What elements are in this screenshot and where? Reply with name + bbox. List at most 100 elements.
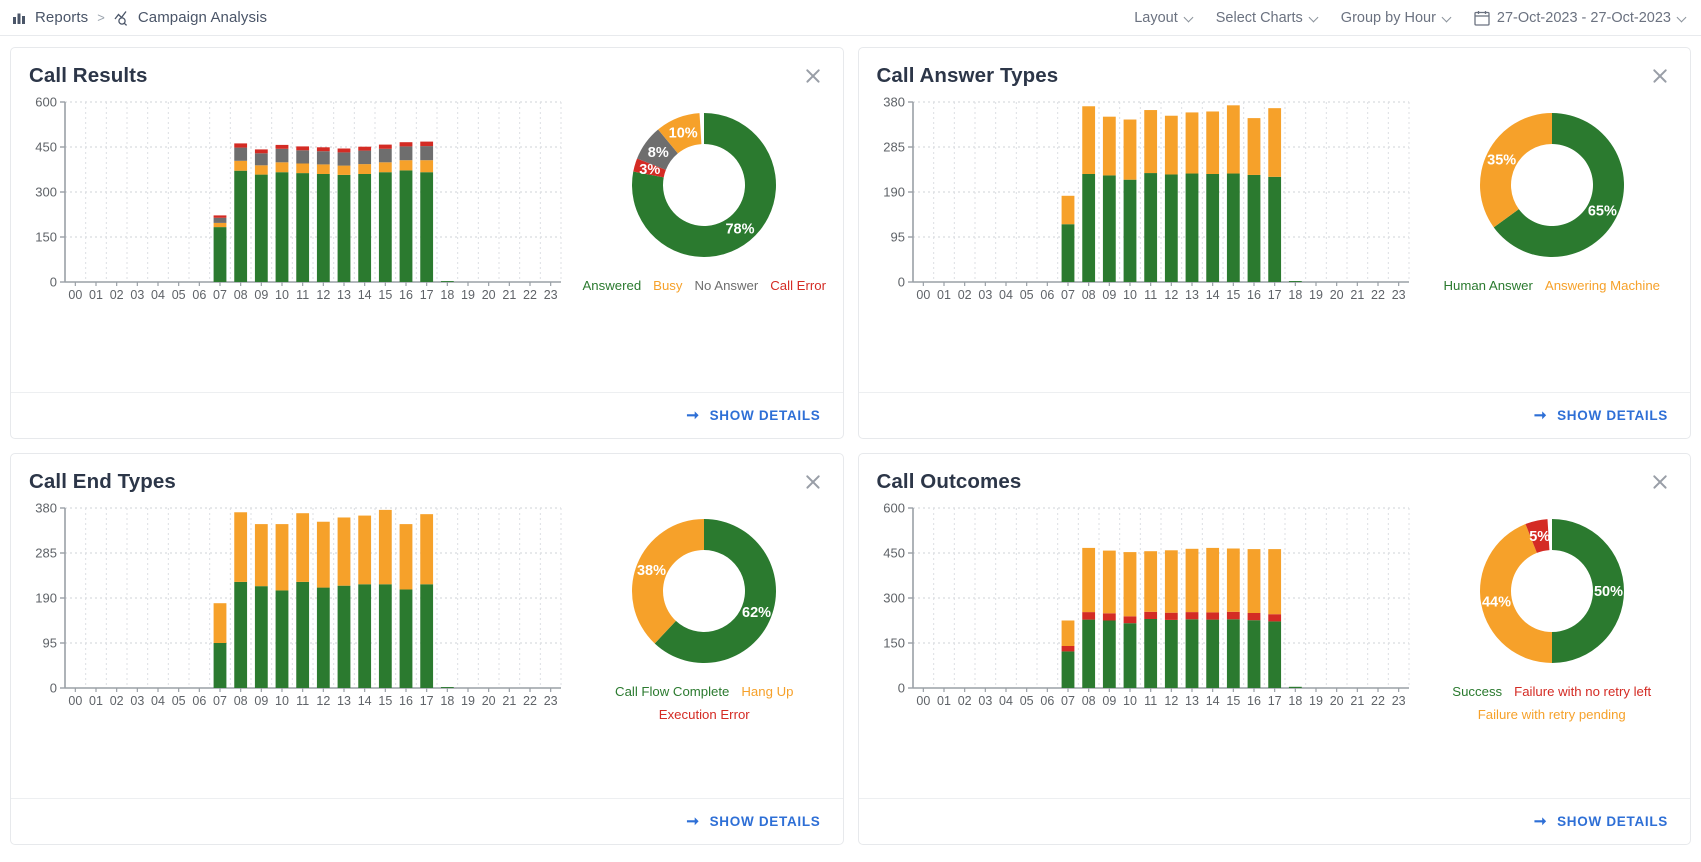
- svg-text:00: 00: [68, 694, 82, 708]
- svg-text:01: 01: [937, 288, 951, 302]
- svg-text:14: 14: [358, 288, 372, 302]
- card-header: Call Outcomes: [859, 454, 1691, 494]
- svg-text:12: 12: [316, 694, 330, 708]
- svg-text:10%: 10%: [669, 125, 698, 141]
- svg-text:450: 450: [35, 140, 57, 155]
- svg-text:01: 01: [937, 694, 951, 708]
- svg-text:17: 17: [1267, 288, 1281, 302]
- svg-text:07: 07: [1061, 694, 1075, 708]
- svg-text:190: 190: [35, 591, 57, 606]
- close-icon[interactable]: [801, 470, 825, 494]
- chart-legend: Human AnswerAnswering Machine: [1443, 276, 1660, 295]
- svg-text:13: 13: [1185, 288, 1199, 302]
- svg-text:23: 23: [544, 694, 558, 708]
- svg-text:0: 0: [50, 681, 57, 696]
- show-details-button[interactable]: ➞ SHOW DETAILS: [686, 408, 820, 423]
- svg-text:450: 450: [883, 546, 905, 561]
- donut-chart-svg: 62%38%: [619, 506, 789, 676]
- svg-text:08: 08: [1081, 288, 1095, 302]
- bar-chart-svg: 0150300450600000102030405060708091011121…: [21, 94, 569, 312]
- date-range-picker[interactable]: 27-Oct-2023 - 27-Oct-2023: [1474, 10, 1687, 26]
- show-details-label: SHOW DETAILS: [1557, 814, 1668, 829]
- show-details-button[interactable]: ➞ SHOW DETAILS: [1534, 814, 1668, 829]
- svg-text:02: 02: [957, 694, 971, 708]
- show-details-label: SHOW DETAILS: [710, 408, 821, 423]
- svg-text:18: 18: [440, 694, 454, 708]
- svg-text:03: 03: [978, 694, 992, 708]
- close-icon[interactable]: [801, 64, 825, 88]
- svg-text:19: 19: [461, 288, 475, 302]
- svg-text:95: 95: [43, 636, 57, 651]
- chart-card: Call Results 015030045060000010203040506…: [10, 47, 844, 439]
- show-details-button[interactable]: ➞ SHOW DETAILS: [686, 814, 820, 829]
- bar-chart: 0951902853800001020304050607080910111213…: [869, 94, 1424, 392]
- svg-text:20: 20: [482, 694, 496, 708]
- svg-text:15: 15: [1226, 694, 1240, 708]
- svg-text:18: 18: [1288, 694, 1302, 708]
- group-by-dropdown[interactable]: Group by Hour: [1341, 10, 1452, 26]
- svg-text:23: 23: [544, 288, 558, 302]
- chart-card: Call Answer Types 0951902853800001020304…: [858, 47, 1692, 439]
- svg-text:380: 380: [883, 95, 905, 110]
- show-details-button[interactable]: ➞ SHOW DETAILS: [1534, 408, 1668, 423]
- chevron-down-icon: [1678, 13, 1687, 22]
- arrow-right-icon: ➞: [686, 814, 699, 829]
- svg-text:10: 10: [1123, 694, 1137, 708]
- legend-item: Success: [1452, 682, 1502, 701]
- charts-grid: Call Results 015030045060000010203040506…: [0, 36, 1701, 856]
- svg-text:07: 07: [1061, 288, 1075, 302]
- svg-text:13: 13: [337, 694, 351, 708]
- svg-text:21: 21: [502, 288, 516, 302]
- top-bar-controls: Layout Select Charts Group by Hour 27-Oc…: [1134, 10, 1687, 26]
- svg-text:06: 06: [1040, 288, 1054, 302]
- svg-text:15: 15: [378, 288, 392, 302]
- svg-text:20: 20: [482, 288, 496, 302]
- breadcrumb-item-reports[interactable]: Reports: [12, 9, 88, 26]
- svg-text:285: 285: [883, 140, 905, 155]
- page-title: Call Outcomes: [877, 470, 1022, 494]
- svg-text:17: 17: [1267, 694, 1281, 708]
- svg-text:12: 12: [316, 288, 330, 302]
- close-icon[interactable]: [1648, 64, 1672, 88]
- breadcrumb-label-reports: Reports: [35, 9, 88, 26]
- close-icon[interactable]: [1648, 470, 1672, 494]
- breadcrumb: Reports > Campaign Analysis: [12, 9, 267, 26]
- svg-text:78%: 78%: [726, 222, 755, 238]
- svg-text:10: 10: [1123, 288, 1137, 302]
- svg-text:8%: 8%: [648, 145, 669, 161]
- svg-text:05: 05: [172, 288, 186, 302]
- breadcrumb-item-campaign-analysis[interactable]: Campaign Analysis: [114, 9, 267, 26]
- svg-text:22: 22: [1371, 694, 1385, 708]
- svg-text:16: 16: [1247, 288, 1261, 302]
- bar-chart-icon: [12, 10, 28, 26]
- svg-text:18: 18: [1288, 288, 1302, 302]
- select-charts-dropdown[interactable]: Select Charts: [1216, 10, 1319, 26]
- svg-text:19: 19: [1309, 288, 1323, 302]
- breadcrumb-separator: >: [97, 10, 105, 25]
- svg-text:09: 09: [1102, 288, 1116, 302]
- card-footer: ➞ SHOW DETAILS: [859, 798, 1691, 844]
- layout-dropdown-label: Layout: [1134, 10, 1178, 26]
- calendar-icon: [1474, 10, 1490, 26]
- legend-item: Failure with no retry left: [1514, 682, 1651, 701]
- donut-chart-svg: 65%35%: [1467, 100, 1637, 270]
- chevron-down-icon: [1185, 13, 1194, 22]
- svg-text:00: 00: [916, 694, 930, 708]
- svg-text:08: 08: [234, 694, 248, 708]
- card-body: 0951902853800001020304050607080910111213…: [11, 494, 843, 798]
- legend-item: Answered: [583, 276, 642, 295]
- svg-text:19: 19: [1309, 694, 1323, 708]
- svg-text:0: 0: [897, 681, 904, 696]
- card-header: Call End Types: [11, 454, 843, 494]
- svg-text:16: 16: [1247, 694, 1261, 708]
- svg-text:14: 14: [358, 694, 372, 708]
- legend-item: Human Answer: [1443, 276, 1532, 295]
- svg-text:09: 09: [1102, 694, 1116, 708]
- layout-dropdown[interactable]: Layout: [1134, 10, 1194, 26]
- svg-text:04: 04: [999, 694, 1013, 708]
- svg-text:02: 02: [110, 288, 124, 302]
- svg-text:01: 01: [89, 288, 103, 302]
- svg-text:21: 21: [1350, 288, 1364, 302]
- chart-legend: SuccessFailure with no retry leftFailure…: [1424, 682, 1681, 724]
- svg-text:38%: 38%: [637, 563, 666, 579]
